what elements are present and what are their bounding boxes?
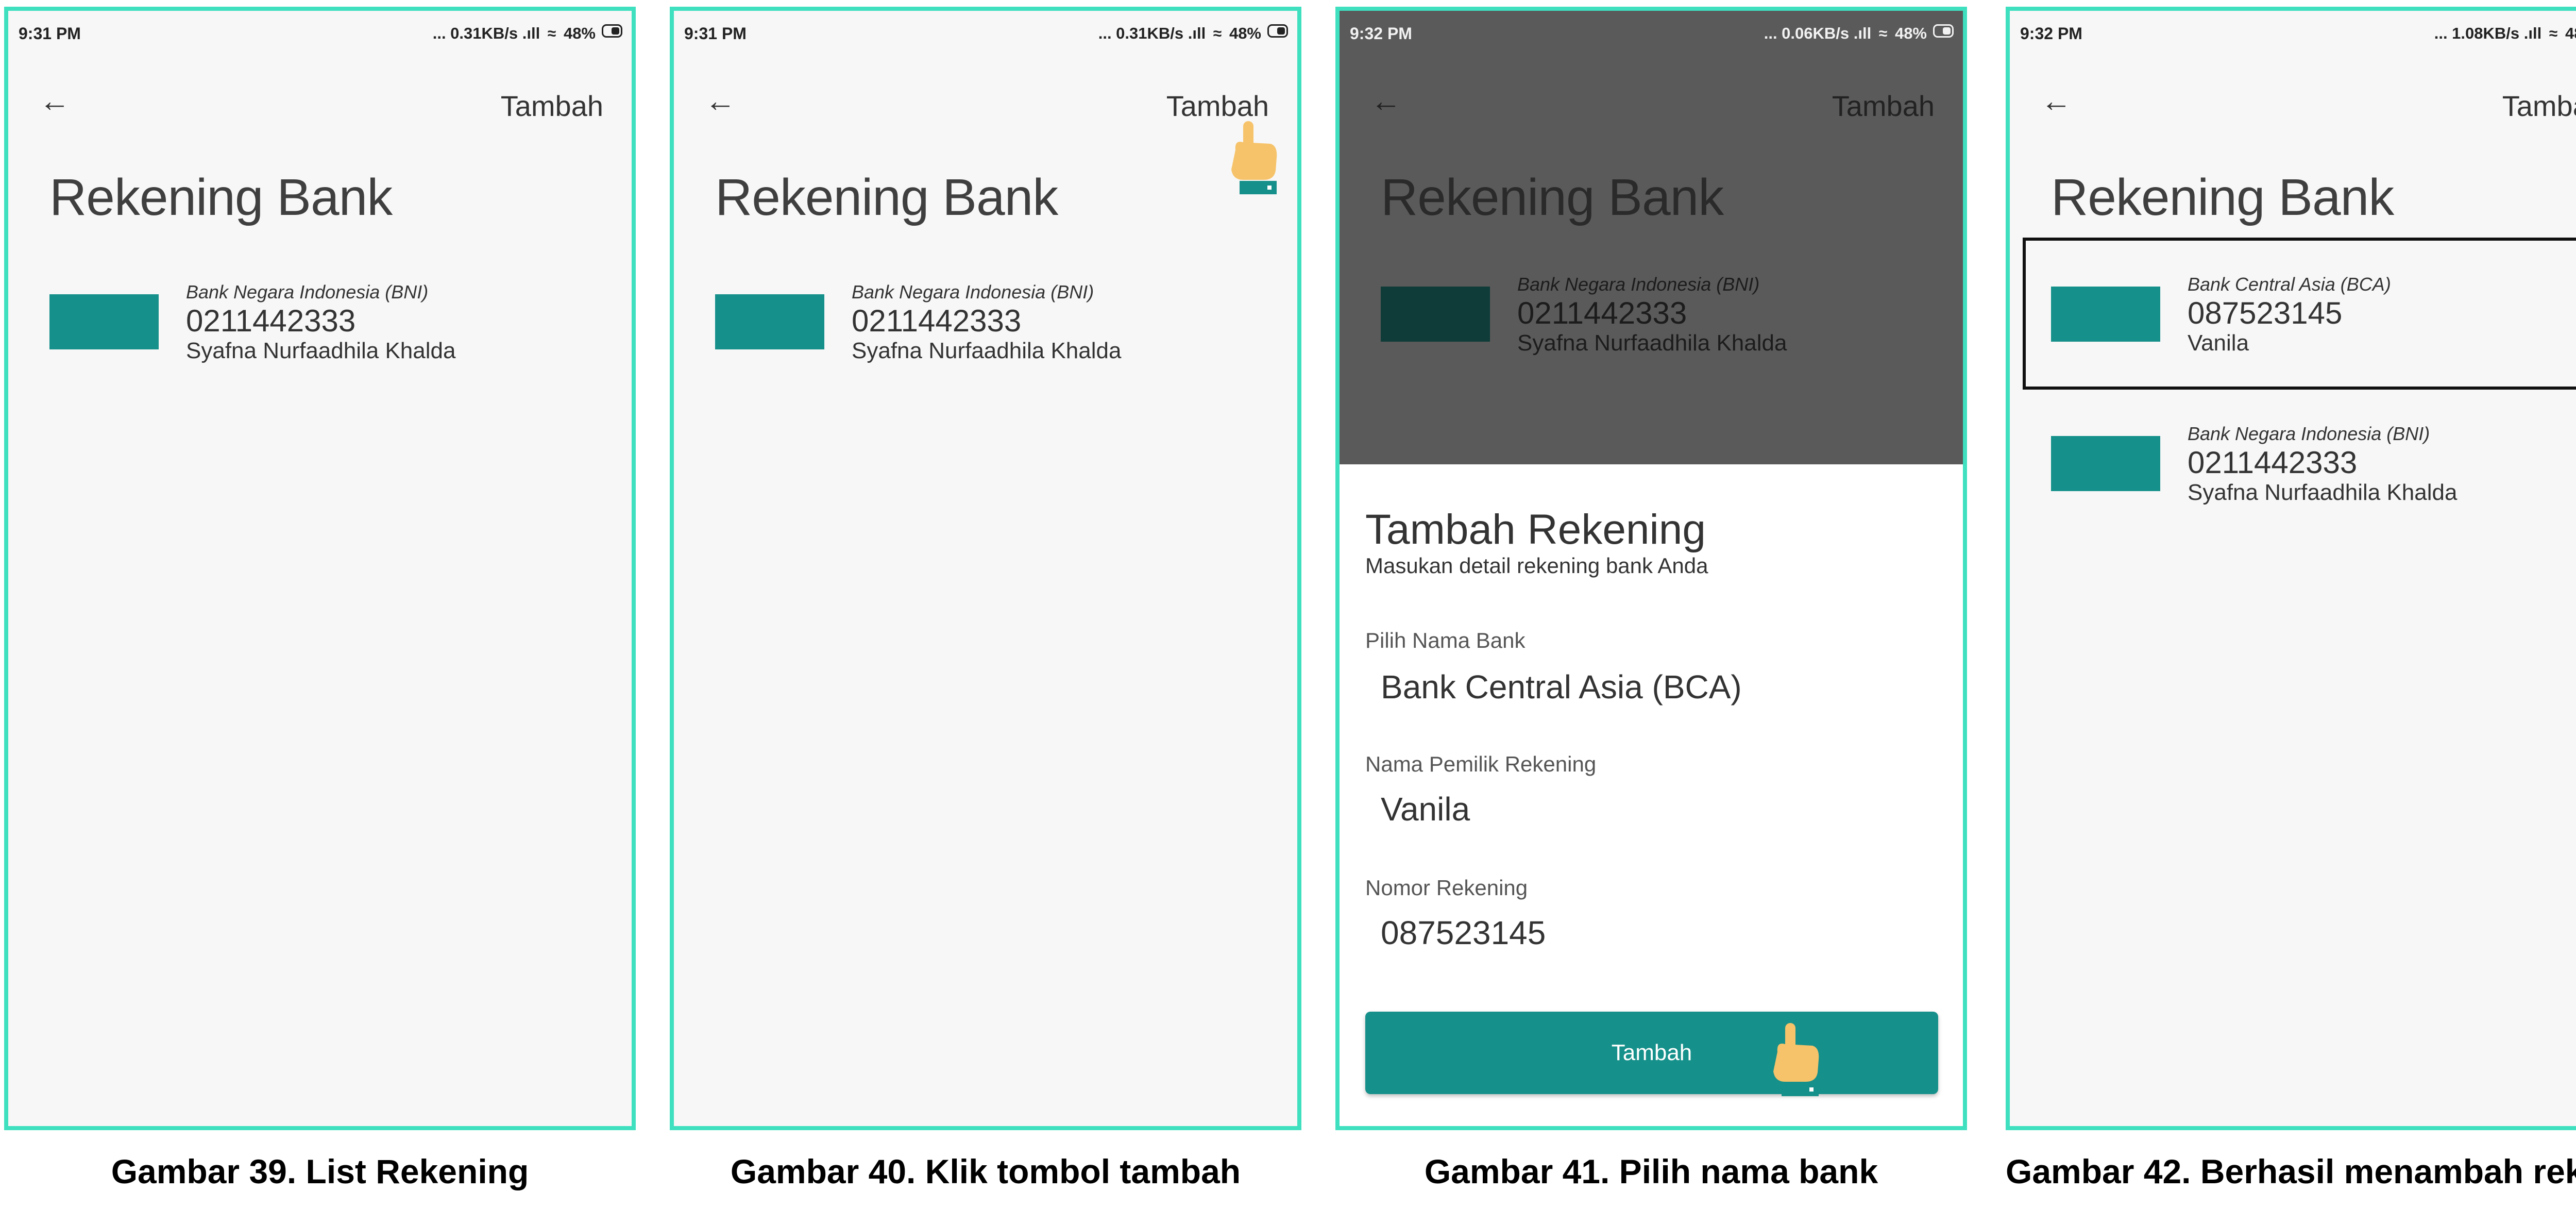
- battery-level: 48%: [1229, 24, 1261, 42]
- status-bar: 9:32 PM ... 1.08KB/s .ıll ≈ 48%: [2010, 11, 2576, 60]
- bank-color-swatch: [49, 294, 159, 349]
- add-account-link[interactable]: Tambah: [501, 89, 603, 123]
- bank-color-swatch: [1381, 287, 1490, 342]
- sheet-title: Tambah Rekening: [1365, 506, 1706, 553]
- status-indicators: ... 0.06KB/s .ıll ≈ 48%: [1764, 24, 1927, 43]
- account-item-bni[interactable]: Bank Negara Indonesia (BNI) 0211442333 S…: [715, 281, 1282, 384]
- account-bank-name: Bank Central Asia (BCA): [2188, 274, 2391, 295]
- account-bank-name: Bank Negara Indonesia (BNI): [186, 281, 429, 303]
- page-title: Rekening Bank: [1381, 169, 1724, 226]
- account-number: 0211442333: [186, 304, 356, 338]
- status-time: 9:32 PM: [2020, 24, 2082, 43]
- back-arrow-icon[interactable]: ←: [2041, 86, 2072, 116]
- back-arrow-icon[interactable]: ←: [1370, 86, 1401, 116]
- phone-screen-success: 9:32 PM ... 1.08KB/s .ıll ≈ 48% ← Tambah…: [2006, 7, 2576, 1130]
- bank-name-label: Pilih Nama Bank: [1365, 628, 1526, 652]
- status-time: 9:31 PM: [19, 24, 81, 43]
- wifi-icon: ≈: [1878, 25, 1888, 42]
- phone-screen-click-add: 9:31 PM ... 0.31KB/s .ıll ≈ 48% ← Tambah…: [670, 7, 1301, 1130]
- account-number-input[interactable]: 087523145: [1381, 914, 1546, 952]
- status-indicators: ... 0.31KB/s .ıll ≈ 48%: [1098, 24, 1261, 43]
- network-speed: ... 1.08KB/s: [2434, 24, 2520, 42]
- figure-caption-39: Gambar 39. List Rekening: [111, 1152, 529, 1190]
- page-title: Rekening Bank: [715, 169, 1058, 226]
- status-bar: 9:31 PM ... 0.31KB/s .ıll ≈ 48%: [8, 11, 632, 60]
- wifi-icon: ≈: [1213, 25, 1222, 42]
- battery-level: 48%: [563, 24, 596, 42]
- account-item-bni[interactable]: Bank Negara Indonesia (BNI) 0211442333 S…: [2051, 423, 2576, 526]
- bank-color-swatch: [2051, 287, 2160, 342]
- bank-name-select[interactable]: Bank Central Asia (BCA): [1381, 668, 1742, 706]
- signal-icon: .ıll: [522, 24, 540, 42]
- account-holder: Syafna Nurfaadhila Khalda: [1517, 330, 1787, 356]
- add-account-sheet: Tambah Rekening Masukan detail rekening …: [1340, 464, 1963, 1126]
- page-title: Rekening Bank: [2051, 169, 2394, 226]
- figure-caption-40: Gambar 40. Klik tombol tambah: [730, 1152, 1241, 1190]
- signal-icon: .ıll: [2523, 24, 2542, 42]
- owner-name-input[interactable]: Vanila: [1381, 790, 1470, 828]
- network-speed: ... 0.31KB/s: [1098, 24, 1184, 42]
- battery-level: 48%: [2565, 24, 2576, 42]
- status-bar: 9:32 PM ... 0.06KB/s .ıll ≈ 48%: [1340, 11, 1963, 60]
- hand-pointer-icon: [1762, 1021, 1824, 1098]
- account-holder: Syafna Nurfaadhila Khalda: [852, 338, 1122, 363]
- add-account-link[interactable]: Tambah: [1832, 89, 1935, 123]
- dim-overlay[interactable]: [1340, 11, 1963, 464]
- submit-add-button[interactable]: Tambah: [1365, 1012, 1938, 1094]
- account-holder: Vanila: [2188, 330, 2249, 356]
- status-indicators: ... 1.08KB/s .ıll ≈ 48%: [2434, 24, 2576, 43]
- sheet-subtitle: Masukan detail rekening bank Anda: [1365, 553, 1708, 578]
- status-time: 9:31 PM: [684, 24, 747, 43]
- account-item-bca[interactable]: Bank Central Asia (BCA) 087523145 Vanila: [2051, 274, 2576, 377]
- account-number: 0211442333: [1517, 296, 1687, 330]
- bank-color-swatch: [2051, 436, 2160, 491]
- account-number: 0211442333: [852, 304, 1022, 338]
- signal-icon: .ıll: [1853, 24, 1872, 42]
- account-item-bni[interactable]: Bank Negara Indonesia (BNI) 0211442333 S…: [1381, 274, 1947, 377]
- account-number-label: Nomor Rekening: [1365, 876, 1528, 900]
- status-indicators: ... 0.31KB/s .ıll ≈ 48%: [433, 24, 596, 43]
- status-bar: 9:31 PM ... 0.31KB/s .ıll ≈ 48%: [674, 11, 1297, 60]
- battery-icon: [602, 24, 622, 38]
- account-holder: Syafna Nurfaadhila Khalda: [186, 338, 456, 363]
- account-bank-name: Bank Negara Indonesia (BNI): [852, 281, 1094, 303]
- hand-pointer-icon: [1220, 119, 1282, 196]
- back-arrow-icon[interactable]: ←: [705, 86, 736, 116]
- add-account-link[interactable]: Tambah: [1166, 89, 1269, 123]
- battery-icon: [1933, 24, 1954, 38]
- account-bank-name: Bank Negara Indonesia (BNI): [2188, 423, 2430, 444]
- battery-level: 48%: [1894, 24, 1927, 42]
- figure-caption-42: Gambar 42. Berhasil menambah rekening: [2006, 1152, 2576, 1190]
- back-arrow-icon[interactable]: ←: [39, 86, 70, 116]
- wifi-icon: ≈: [547, 25, 556, 42]
- status-time: 9:32 PM: [1350, 24, 1412, 43]
- add-account-link[interactable]: Tambah: [2502, 89, 2576, 123]
- account-number: 087523145: [2188, 296, 2343, 330]
- network-speed: ... 0.06KB/s: [1764, 24, 1850, 42]
- account-number: 0211442333: [2188, 445, 2358, 480]
- account-item-bni[interactable]: Bank Negara Indonesia (BNI) 0211442333 S…: [49, 281, 616, 384]
- page-title: Rekening Bank: [49, 169, 393, 226]
- owner-name-label: Nama Pemilik Rekening: [1365, 752, 1597, 776]
- battery-icon: [1267, 24, 1288, 38]
- network-speed: ... 0.31KB/s: [432, 24, 518, 42]
- phone-screen-list: 9:31 PM ... 0.31KB/s .ıll ≈ 48% ← Tambah…: [4, 7, 636, 1130]
- account-holder: Syafna Nurfaadhila Khalda: [2188, 480, 2458, 505]
- account-bank-name: Bank Negara Indonesia (BNI): [1517, 274, 1760, 295]
- bank-color-swatch: [715, 294, 824, 349]
- wifi-icon: ≈: [2549, 25, 2558, 42]
- phone-screen-add-form: 9:32 PM ... 0.06KB/s .ıll ≈ 48% ← Tambah…: [1335, 7, 1967, 1130]
- signal-icon: .ıll: [1188, 24, 1206, 42]
- figure-caption-41: Gambar 41. Pilih nama bank: [1424, 1152, 1878, 1190]
